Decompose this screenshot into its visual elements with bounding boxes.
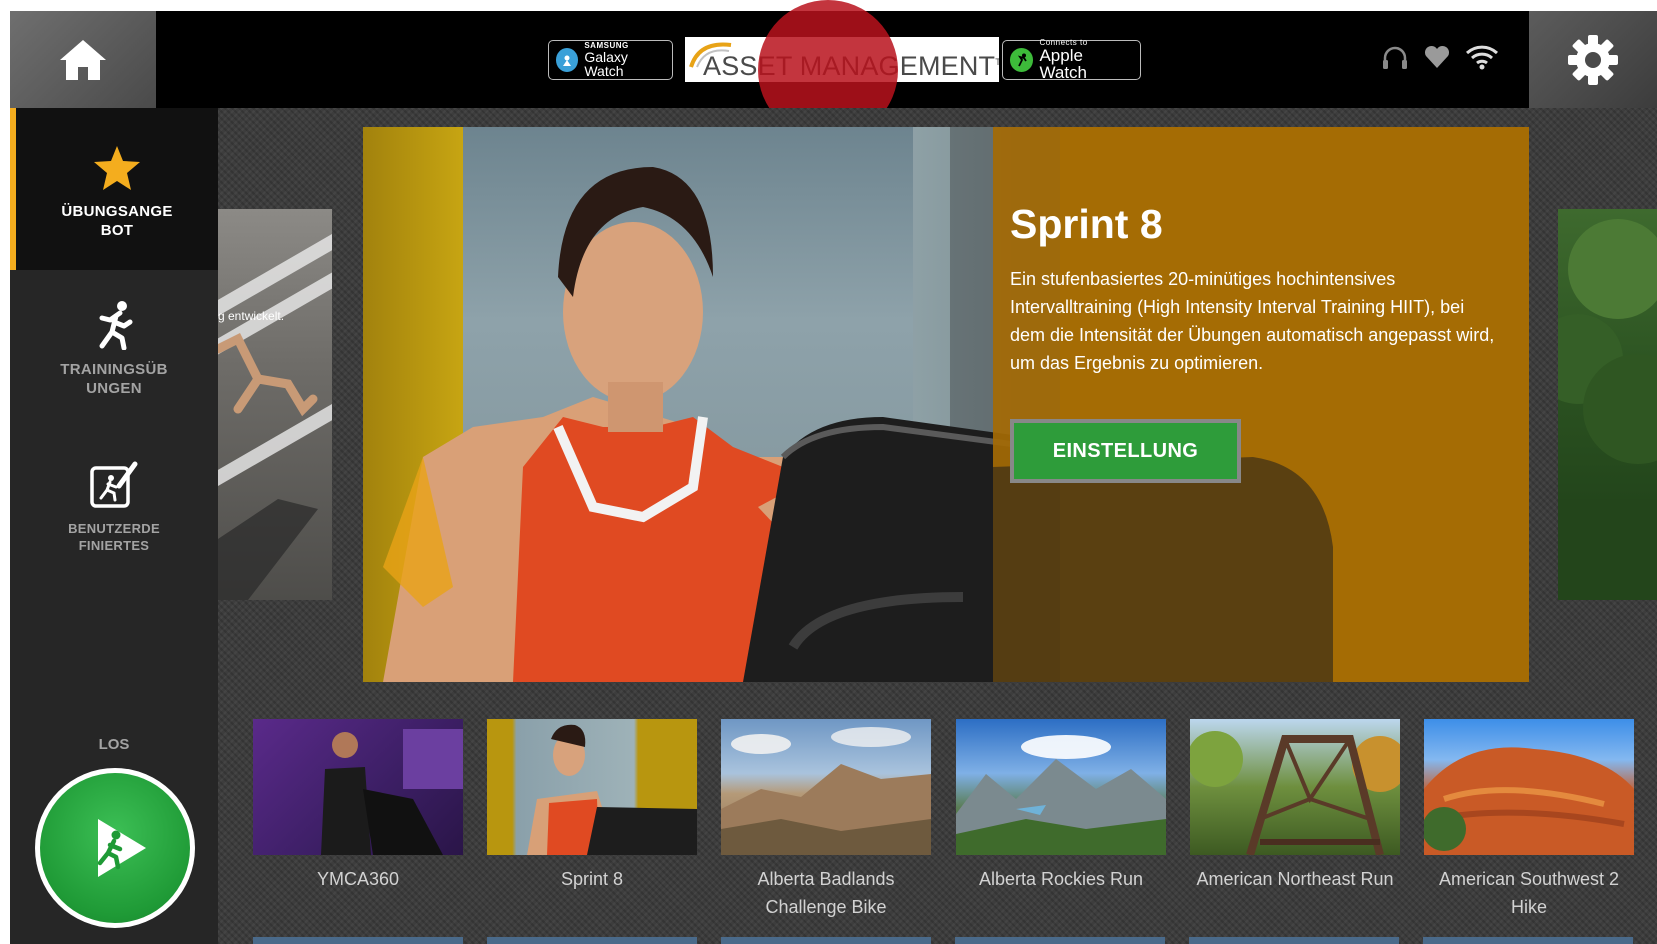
carousel-next-card[interactable] [1558, 209, 1657, 600]
asset-management-logo[interactable]: ASSET MANAGEMENTTM [685, 37, 999, 82]
status-icons [1381, 44, 1499, 70]
ymca-trainer-photo [321, 729, 463, 855]
samsung-galaxy-watch-badge[interactable]: SAMSUNG Galaxy Watch [548, 40, 673, 80]
workout-tile[interactable]: Sprint 8 [487, 719, 697, 893]
go-label: LOS [98, 736, 130, 753]
treadmill-console [743, 417, 1060, 682]
main-content: g entwickelt. Sprint 8 Ein stufenbasiert… [218, 108, 1657, 944]
runner-icon [99, 301, 133, 350]
top-bar: SAMSUNG Galaxy Watch ASSET MANAGEMENTTM … [10, 11, 1657, 108]
badlands-photo [721, 727, 931, 855]
apple-badge-big: Apple Watch [1039, 46, 1087, 82]
workout-title: Alberta Rockies Run [978, 869, 1144, 889]
sidebar-item-user-defined[interactable]: BENUTZERDE FINIERTES [10, 460, 218, 570]
workout-tile[interactable]: American Northeast Run [1190, 719, 1400, 893]
featured-workout-image [363, 127, 1060, 682]
wifi-icon [1465, 45, 1499, 70]
workout-tile[interactable]: YMCA360 [253, 719, 463, 893]
workout-tile[interactable]: Alberta Rockies Run [956, 719, 1166, 893]
star-icon [94, 146, 140, 190]
workout-title: Alberta Badlands Challenge Bike [757, 869, 895, 917]
home-icon [60, 39, 106, 80]
next-row-thumbnails-peek [253, 937, 1657, 944]
featured-workout-description: Ein stufenbasiertes 20-minütiges hochint… [1010, 269, 1495, 373]
featured-workout-card[interactable]: Sprint 8 Ein stufenbasiertes 20-minütige… [363, 127, 1529, 682]
rockies-photo [956, 735, 1166, 855]
workout-title: American Southwest 2 Hike [1438, 869, 1620, 917]
go-button-face [40, 773, 190, 923]
gear-icon [1568, 34, 1618, 85]
home-button[interactable] [10, 11, 156, 108]
workout-thumbnail [487, 719, 697, 855]
samsung-badge-big: Galaxy Watch [584, 49, 628, 79]
headphones-icon [1383, 46, 1407, 69]
southwest-rock-photo [1424, 747, 1634, 855]
featured-workout-title: Sprint 8 [1010, 201, 1163, 247]
apple-watch-icon [1010, 48, 1034, 72]
play-runner-icon [97, 819, 146, 877]
apple-watch-badge[interactable]: Connects to Apple Watch [1002, 39, 1141, 82]
workout-title: Sprint 8 [560, 869, 624, 889]
workout-thumbnail [253, 719, 463, 855]
workout-tile[interactable]: American Southwest 2 Hike [1424, 719, 1634, 921]
workout-thumbnail [1190, 719, 1400, 855]
workout-tile[interactable]: Alberta Badlands Challenge Bike [721, 719, 931, 921]
workout-title: American Northeast Run [1196, 869, 1394, 889]
prev-card-caption: g entwickelt. [218, 309, 285, 323]
setup-button-label: EINSTELLUNG [1014, 423, 1237, 479]
workout-thumbnail [721, 719, 931, 855]
sprint8-photo [527, 724, 697, 855]
setup-button[interactable]: EINSTELLUNG [1010, 419, 1241, 483]
sidebar-item-label: BENUTZERDE FINIERTES [68, 521, 160, 553]
sidebar-item-training-workouts[interactable]: TRAININGSÜB UNGEN [10, 300, 218, 410]
asset-logo-text: ASSET MANAGEMENTTM [703, 51, 999, 81]
runner-photo-silhouette [218, 332, 318, 600]
custom-workout-icon [90, 461, 138, 508]
workout-thumbnail [956, 719, 1166, 855]
workout-thumbnail [1424, 719, 1634, 855]
heart-icon [1424, 45, 1450, 68]
go-button[interactable] [35, 768, 195, 928]
northeast-bridge-photo [1190, 731, 1400, 855]
carousel-prev-card[interactable]: g entwickelt. [218, 209, 332, 600]
workout-title: YMCA360 [316, 869, 400, 889]
sidebar-item-label: TRAININGSÜB UNGEN [60, 361, 168, 397]
forest-photo [1558, 219, 1657, 600]
samsung-watch-icon [556, 48, 579, 72]
sidebar-item-label: ÜBUNGSANGE BOT [61, 203, 173, 239]
settings-button[interactable] [1529, 11, 1657, 108]
sidebar: ÜBUNGSANGE BOT TRAININGSÜB UNGEN BENUTZE… [10, 108, 218, 944]
sidebar-item-workout-offers[interactable]: ÜBUNGSANGE BOT [10, 108, 218, 270]
